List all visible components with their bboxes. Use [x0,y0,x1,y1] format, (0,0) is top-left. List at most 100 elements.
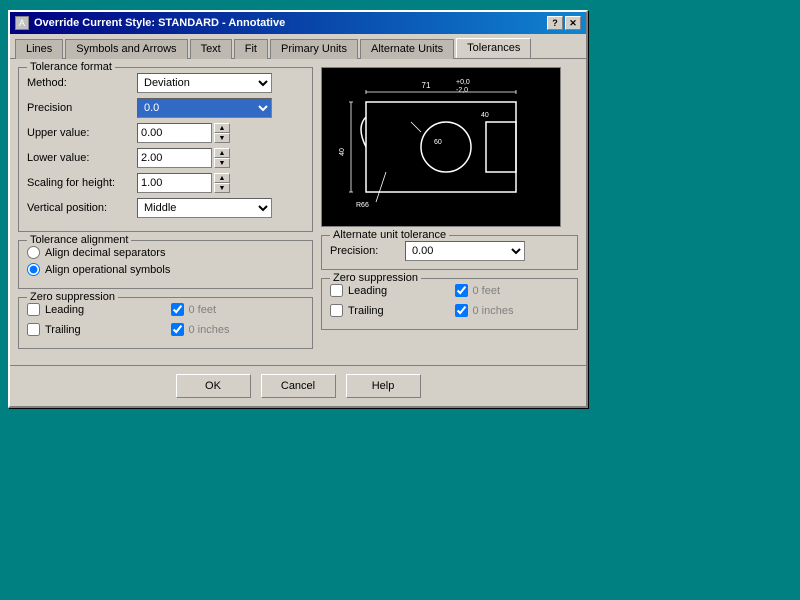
svg-text:71: 71 [422,81,431,90]
leading-label: Leading [45,304,84,316]
upper-value-control: ▲ ▼ [137,123,304,143]
trailing-label: Trailing [45,324,81,336]
scaling-down[interactable]: ▼ [214,183,230,193]
right-trailing-checkbox[interactable] [330,304,343,317]
scaling-label: Scaling for height: [27,177,137,189]
align-operational-row: Align operational symbols [27,263,304,276]
svg-text:40: 40 [481,112,489,119]
alt-precision-row: Precision: 0.00 0.0 0.000 [330,241,569,261]
preview-svg: 71 +0,0 -2,0 40 60 R66 40 [326,72,556,222]
zero-suppression-right-grid: Leading 0 feet Trailing 0 inches [330,284,569,321]
inches-row: 0 inches [171,323,305,336]
lower-value-down[interactable]: ▼ [214,158,230,168]
leading-row: Leading [27,303,161,316]
upper-value-label: Upper value: [27,127,137,139]
lower-value-spinner: ▲ ▼ [214,148,230,168]
scaling-row: Scaling for height: ▲ ▼ [27,173,304,193]
method-select[interactable]: Deviation None Symmetrical Limits Basic [137,73,272,93]
right-trailing-label: Trailing [348,305,384,317]
scaling-control: ▲ ▼ [137,173,304,193]
lower-value-label: Lower value: [27,152,137,164]
precision-control: 0.0 0 0.00 0.000 [137,98,304,118]
lower-value-up[interactable]: ▲ [214,148,230,158]
lower-value-input[interactable] [137,148,212,168]
title-buttons: ? ✕ [547,16,581,30]
upper-value-input[interactable] [137,123,212,143]
upper-value-down[interactable]: ▼ [214,133,230,143]
inches-checkbox[interactable] [171,323,184,336]
tolerance-format-group: Tolerance format Method: Deviation None … [18,67,313,232]
feet-checkbox[interactable] [171,303,184,316]
align-decimal-radio[interactable] [27,246,40,259]
tab-alternate-units[interactable]: Alternate Units [360,39,454,59]
ok-button[interactable]: OK [176,374,251,398]
feet-label: 0 feet [189,304,217,316]
right-leading-checkbox[interactable] [330,284,343,297]
tab-symbols-arrows[interactable]: Symbols and Arrows [65,39,187,59]
svg-text:60: 60 [434,139,442,146]
preview-box: 71 +0,0 -2,0 40 60 R66 40 [321,67,561,227]
align-operational-radio[interactable] [27,263,40,276]
method-control: Deviation None Symmetrical Limits Basic [137,73,304,93]
close-button[interactable]: ✕ [565,16,581,30]
main-window: A Override Current Style: STANDARD - Ann… [8,10,588,408]
right-feet-label: 0 feet [473,285,501,297]
vertical-position-select[interactable]: Top Middle Bottom [137,198,272,218]
tab-lines[interactable]: Lines [15,39,63,59]
lower-value-row: Lower value: ▲ ▼ [27,148,304,168]
tab-primary-units[interactable]: Primary Units [270,39,358,59]
precision-row: Precision 0.0 0 0.00 0.000 [27,98,304,118]
feet-row: 0 feet [171,303,305,316]
help-button[interactable]: ? [547,16,563,30]
left-panel: Tolerance format Method: Deviation None … [18,67,313,357]
tab-tolerances[interactable]: Tolerances [456,38,531,58]
align-operational-label: Align operational symbols [45,264,170,276]
vertical-position-control: Top Middle Bottom [137,198,304,218]
scaling-input[interactable] [137,173,212,193]
lower-value-control: ▲ ▼ [137,148,304,168]
tab-fit[interactable]: Fit [234,39,268,59]
zero-suppression-grid: Leading 0 feet Trailing 0 inches [27,303,304,340]
title-bar-left: A Override Current Style: STANDARD - Ann… [15,16,285,30]
method-label: Method: [27,77,137,89]
tab-bar: Lines Symbols and Arrows Text Fit Primar… [10,34,586,58]
tolerance-format-title: Tolerance format [27,61,115,73]
vertical-position-row: Vertical position: Top Middle Bottom [27,198,304,218]
tab-text[interactable]: Text [190,39,232,59]
upper-value-row: Upper value: ▲ ▼ [27,123,304,143]
vertical-position-label: Vertical position: [27,202,137,214]
svg-text:+0,0: +0,0 [456,79,470,86]
window-title: Override Current Style: STANDARD - Annot… [34,17,285,29]
precision-label: Precision [27,102,137,114]
cancel-button[interactable]: Cancel [261,374,336,398]
alt-precision-label: Precision: [330,245,400,257]
svg-text:40: 40 [339,148,346,156]
svg-text:-2,0: -2,0 [456,87,468,94]
alternate-unit-tolerance-group: Alternate unit tolerance Precision: 0.00… [321,235,578,270]
trailing-row: Trailing [27,323,161,336]
zero-suppression-group: Zero suppression Leading 0 feet Trailing [18,297,313,349]
trailing-checkbox[interactable] [27,323,40,336]
scaling-up[interactable]: ▲ [214,173,230,183]
right-feet-checkbox[interactable] [455,284,468,297]
right-inches-checkbox[interactable] [455,304,468,317]
right-inches-row: 0 inches [455,304,570,317]
precision-select[interactable]: 0.0 0 0.00 0.000 [137,98,272,118]
tolerance-alignment-group: Tolerance alignment Align decimal separa… [18,240,313,289]
help-button-bottom[interactable]: Help [346,374,421,398]
alternate-unit-tolerance-title: Alternate unit tolerance [330,229,449,241]
zero-suppression-right-group: Zero suppression Leading 0 feet Trailing [321,278,578,330]
window-icon: A [15,16,29,30]
upper-value-spinner: ▲ ▼ [214,123,230,143]
tolerance-alignment-title: Tolerance alignment [27,234,131,246]
alt-precision-select[interactable]: 0.00 0.0 0.000 [405,241,525,261]
right-feet-row: 0 feet [455,284,570,297]
right-trailing-row: Trailing [330,304,445,317]
upper-value-up[interactable]: ▲ [214,123,230,133]
right-panel: 71 +0,0 -2,0 40 60 R66 40 [321,67,578,357]
zero-suppression-title: Zero suppression [27,291,118,303]
leading-checkbox[interactable] [27,303,40,316]
content-area: Tolerance format Method: Deviation None … [10,58,586,365]
right-leading-label: Leading [348,285,387,297]
bottom-buttons: OK Cancel Help [10,365,586,406]
